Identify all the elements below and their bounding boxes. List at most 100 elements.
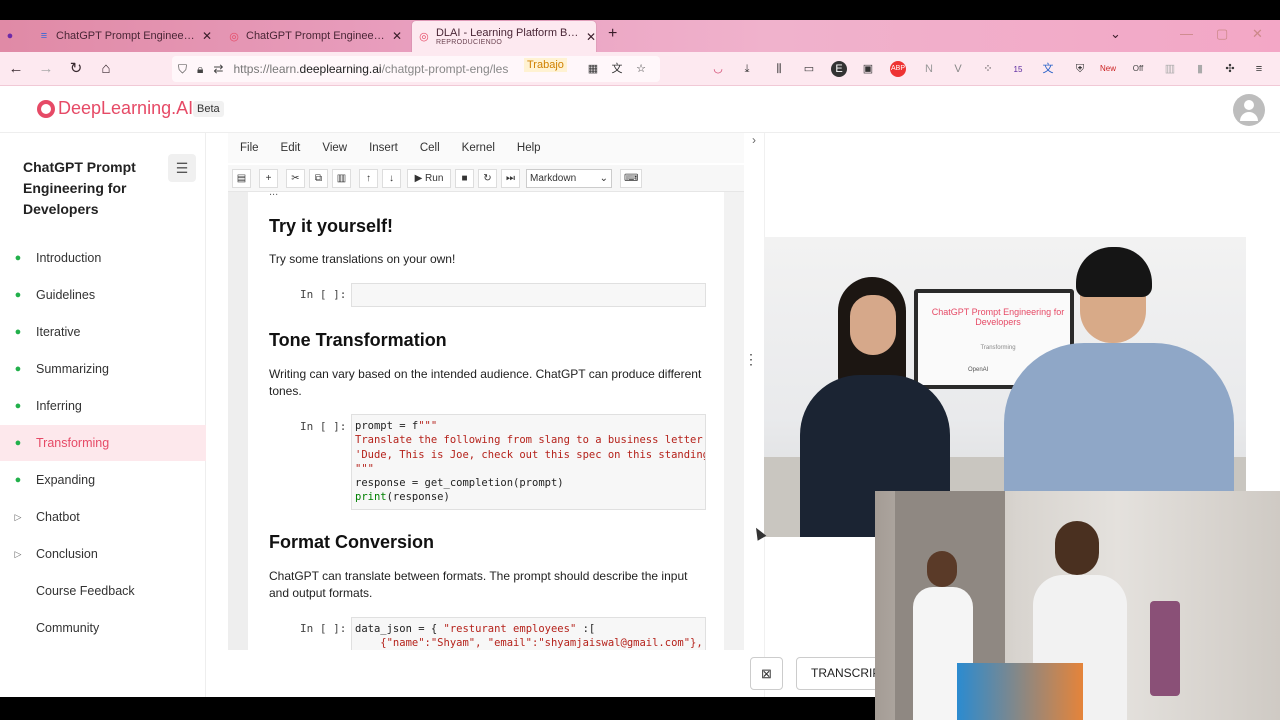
collapse-icon: ☰	[175, 160, 189, 176]
maximize-icon[interactable]: ▢	[1216, 26, 1228, 42]
sidebar-item-iterative[interactable]: ● Iterative	[0, 314, 206, 350]
window-close-icon[interactable]: ✕	[1252, 26, 1263, 42]
sidebar-item-expanding[interactable]: ● Expanding	[0, 462, 206, 498]
collapse-sidebar-button[interactable]: ☰	[168, 154, 196, 182]
save-icon[interactable]: ▤	[232, 168, 251, 188]
extension-icon[interactable]: ▮	[1192, 61, 1208, 77]
reload-icon[interactable]: ↻	[67, 60, 85, 78]
restart-icon[interactable]: ↻	[478, 168, 497, 188]
fast-forward-icon[interactable]: ⏭	[501, 168, 520, 188]
grid-icon[interactable]: ▦	[585, 61, 601, 77]
heading-try-it-yourself: Try it yourself!	[269, 216, 394, 236]
logo-icon[interactable]	[37, 100, 55, 118]
screenshot-icon[interactable]: ▣	[860, 61, 876, 77]
sidebar-item-label: Iterative	[36, 325, 81, 339]
sidebar-item-chatbot[interactable]: ▷ Chatbot	[0, 499, 206, 535]
sidebar-item-transforming[interactable]: ● Transforming	[0, 425, 206, 461]
pocket-icon[interactable]: ◡	[710, 61, 726, 77]
forward-icon[interactable]: →	[37, 60, 55, 78]
extensions-puzzle-icon[interactable]: ✣	[1222, 61, 1238, 77]
stop-icon[interactable]: ■	[455, 168, 474, 188]
bookmark-star-icon[interactable]: ☆	[633, 61, 649, 77]
sidebar-item-guidelines[interactable]: ● Guidelines	[0, 277, 206, 313]
extension-e-icon[interactable]: E	[831, 61, 847, 77]
notebook-scrollbar[interactable]	[724, 192, 744, 650]
resize-handle-icon[interactable]: ⋮	[744, 351, 758, 368]
home-icon[interactable]: ⌂	[97, 60, 115, 78]
tab-2[interactable]: ◎ ChatGPT Prompt Engineering fo ✕	[228, 23, 406, 49]
download-icon[interactable]: ⤓	[739, 61, 755, 77]
tab-title: DLAI - Learning Platform Beta	[435, 27, 580, 39]
cell-type-value: Markdown	[530, 172, 577, 184]
code-cell-empty[interactable]	[351, 283, 706, 307]
apps-icon[interactable]: ⁘	[980, 61, 996, 77]
code-cell-tone[interactable]: prompt = f""" Translate the following fr…	[351, 414, 706, 510]
menu-insert[interactable]: Insert	[369, 142, 398, 154]
avatar[interactable]	[1233, 94, 1265, 126]
menu-file[interactable]: File	[240, 142, 259, 154]
code-text: (response)	[386, 491, 450, 504]
deeplearning-icon: ◎	[419, 31, 429, 43]
cut-icon[interactable]: ✂	[286, 168, 305, 188]
menu-cell[interactable]: Cell	[420, 142, 440, 154]
shield-ext-icon[interactable]: ⛨	[1072, 61, 1088, 77]
container-label[interactable]: Trabajo	[524, 58, 567, 72]
new-tab-icon[interactable]: +	[608, 25, 617, 43]
run-button[interactable]: ▶ Run	[407, 168, 451, 188]
tab-3-active[interactable]: ◎ DLAI - Learning Platform Beta REPRODUC…	[412, 21, 596, 52]
move-up-icon[interactable]: ↑	[359, 168, 378, 188]
close-icon[interactable]: ✕	[392, 29, 402, 43]
menu-view[interactable]: View	[322, 142, 347, 154]
minimize-icon[interactable]: —	[1180, 26, 1193, 41]
menu-icon[interactable]: ≡	[1251, 61, 1267, 77]
sidebar-icon[interactable]: ▭	[801, 61, 817, 77]
adblock-icon[interactable]: ABP	[890, 61, 906, 77]
browser-menu-icon[interactable]: ●	[6, 23, 20, 49]
extension-v-icon[interactable]: V	[950, 61, 966, 77]
code-cell-format[interactable]: data_json = { "resturant employees" :[ {…	[351, 617, 706, 650]
add-cell-icon[interactable]: +	[259, 168, 278, 188]
monitor-logo: OpenAI	[968, 367, 989, 373]
lock-icon[interactable]: 🔒︎	[197, 62, 203, 77]
sidebar-item-community[interactable]: Community	[0, 610, 206, 646]
extension-icon[interactable]: ▥	[1162, 61, 1178, 77]
translate-icon[interactable]: 文	[609, 61, 625, 77]
back-icon[interactable]: ←	[7, 60, 25, 78]
translate-ext-icon[interactable]: 文	[1040, 61, 1056, 77]
new-ext-icon[interactable]: New	[1100, 61, 1116, 77]
sidebar-item-label: Guidelines	[36, 288, 96, 302]
sidebar-item-label: Expanding	[36, 473, 96, 487]
close-icon[interactable]: ✕	[586, 30, 596, 44]
course-sidebar: ChatGPT Prompt Engineering for Developer…	[0, 133, 206, 697]
logo-text[interactable]: DeepLearning.AI	[58, 98, 193, 119]
library-icon[interactable]: ⫼	[771, 61, 787, 77]
sidebar-item-inferring[interactable]: ● Inferring	[0, 388, 206, 424]
run-label: Run	[425, 172, 444, 184]
tab-1[interactable]: ≡ ChatGPT Prompt Engineering fo ✕	[38, 23, 218, 49]
keyboard-icon[interactable]: ⌨	[620, 168, 643, 188]
deeplearning-icon: ◎	[229, 30, 239, 43]
permissions-icon[interactable]: ⇄	[213, 62, 223, 76]
beta-badge: Beta	[193, 101, 224, 117]
shield-icon[interactable]: ⛉	[178, 62, 187, 77]
menu-edit[interactable]: Edit	[281, 142, 301, 154]
off-ext-icon[interactable]: Off	[1130, 61, 1146, 77]
check-icon: ●	[14, 252, 22, 264]
cell-type-select[interactable]: Markdown ⌄	[526, 168, 612, 188]
move-down-icon[interactable]: ↓	[382, 168, 401, 188]
menu-help[interactable]: Help	[517, 142, 541, 154]
sidebar-item-introduction[interactable]: ● Introduction	[0, 240, 206, 276]
sidebar-item-conclusion[interactable]: ▷ Conclusion	[0, 536, 206, 572]
try-text: Try some translations on your own!	[269, 252, 456, 266]
paste-icon[interactable]: ▥	[332, 168, 351, 188]
extension-15-icon[interactable]: 15	[1010, 61, 1026, 77]
tab-playing-label: REPRODUCIENDO	[435, 39, 503, 46]
sidebar-item-summarizing[interactable]: ● Summarizing	[0, 351, 206, 387]
hide-video-button[interactable]: ⊠	[750, 657, 783, 690]
menu-kernel[interactable]: Kernel	[462, 142, 495, 154]
extension-n-icon[interactable]: N	[921, 61, 937, 77]
close-icon[interactable]: ✕	[202, 29, 212, 43]
copy-icon[interactable]: ⧉	[309, 168, 328, 188]
sidebar-item-course-feedback[interactable]: Course Feedback	[0, 573, 206, 609]
tab-list-icon[interactable]: ⌄	[1110, 26, 1121, 42]
